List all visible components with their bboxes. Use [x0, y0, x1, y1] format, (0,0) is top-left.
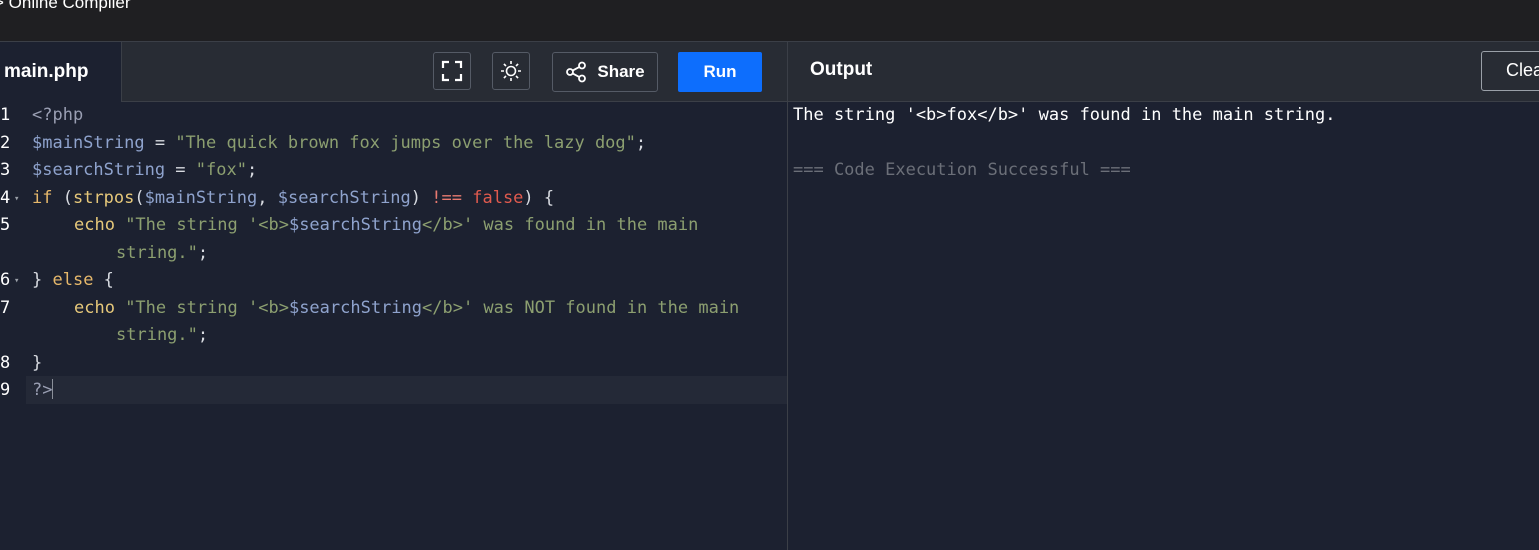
- line-number: 7: [0, 297, 11, 318]
- share-icon: [566, 61, 587, 83]
- code-line-wrap: string.";: [116, 321, 208, 349]
- code-token: ;: [197, 242, 209, 263]
- editor-toolbar: main.php Share Run: [0, 42, 787, 102]
- code-token: $searchString: [32, 160, 166, 180]
- code-line: $mainString = "The quick brown fox jumps…: [32, 129, 646, 157]
- run-button[interactable]: Run: [678, 52, 762, 92]
- panel-divider[interactable]: [787, 42, 788, 550]
- code-token: $searchString: [288, 215, 423, 235]
- tab-main-php[interactable]: main.php: [0, 42, 122, 102]
- output-title: Output: [810, 59, 873, 80]
- code-token: ;: [635, 132, 647, 153]
- code-line: <?php: [32, 101, 83, 129]
- code-line: } else {: [32, 266, 114, 294]
- code-token: ;: [246, 160, 258, 180]
- active-line-highlight: [26, 376, 787, 404]
- code-token: "The string '<b>: [114, 215, 289, 235]
- app-title: > Online Compiler: [0, 0, 131, 12]
- code-token: strpos: [72, 187, 135, 208]
- code-token: $mainString: [32, 132, 145, 153]
- code-token: if: [32, 187, 53, 208]
- code-token: ;: [197, 325, 209, 345]
- fullscreen-icon: [441, 60, 463, 82]
- code-token: $searchString: [277, 187, 411, 208]
- code-token: "The quick brown fox jumps over the lazy…: [175, 132, 636, 153]
- code-token: ,: [257, 187, 278, 208]
- code-line: echo "The string '<b>$searchString</b>' …: [74, 294, 739, 322]
- fold-arrow-icon[interactable]: ▾: [14, 185, 19, 213]
- code-token: false: [472, 187, 524, 208]
- code-token: string.": [116, 242, 198, 263]
- code-token: (: [52, 187, 73, 208]
- line-number: 5: [0, 215, 11, 235]
- line-number: 1: [0, 105, 11, 125]
- top-bar: > Online Compiler: [0, 0, 1539, 42]
- code-token: {: [93, 270, 114, 290]
- line-number: 2: [0, 132, 11, 153]
- code-token: string.": [116, 325, 198, 345]
- code-token: !==: [431, 187, 462, 208]
- code-token: echo: [74, 297, 115, 318]
- line-number: 9: [0, 380, 11, 400]
- code-token: "fox": [195, 160, 247, 180]
- code-line-wrap: string.";: [116, 239, 208, 267]
- code-token: "The string '<b>: [114, 297, 289, 318]
- code-token: echo: [74, 215, 115, 235]
- output-result: The string '<b>fox</b>' was found in the…: [793, 105, 1336, 125]
- code-line: }: [32, 349, 42, 377]
- code-line: $searchString = "fox";: [32, 156, 257, 184]
- code-token: (: [134, 187, 145, 208]
- code-token: $searchString: [288, 297, 423, 318]
- code-token: ): [410, 187, 432, 208]
- code-token: </b>' was found in the main: [422, 215, 699, 235]
- code-editor[interactable]: 1 <?php 2 $mainString = "The quick brown fo…: [0, 101, 787, 550]
- code-token: <?php: [32, 105, 84, 125]
- code-token: </b>' was NOT found in the main: [422, 297, 740, 318]
- clear-button[interactable]: Clear: [1481, 51, 1539, 91]
- text-cursor: [52, 379, 54, 399]
- line-number: 3: [0, 160, 11, 180]
- code-line: echo "The string '<b>$searchString</b>' …: [74, 211, 698, 239]
- fold-arrow-icon[interactable]: ▾: [14, 267, 19, 295]
- sun-icon: [501, 61, 521, 81]
- code-token: =: [144, 132, 176, 153]
- execution-status: === Code Execution Successful ===: [793, 160, 1131, 180]
- share-button[interactable]: Share: [552, 52, 658, 92]
- share-label: Share: [597, 62, 645, 81]
- code-token: $mainString: [144, 187, 258, 208]
- code-line: ?>: [32, 376, 54, 404]
- code-token: else: [52, 270, 94, 290]
- output-toolbar: Output Clear: [788, 42, 1539, 102]
- fullscreen-button[interactable]: [433, 52, 471, 90]
- code-token: }: [32, 352, 43, 373]
- code-token: }: [32, 270, 53, 290]
- theme-toggle-button[interactable]: [492, 52, 530, 90]
- code-token: =: [165, 160, 196, 180]
- line-number: 8: [0, 352, 11, 373]
- code-token: ) {: [523, 187, 555, 208]
- code-line: if (strpos($mainString, $searchString) !…: [32, 184, 554, 212]
- file-tab-label: main.php: [4, 61, 89, 82]
- code-token: ?>: [32, 380, 53, 400]
